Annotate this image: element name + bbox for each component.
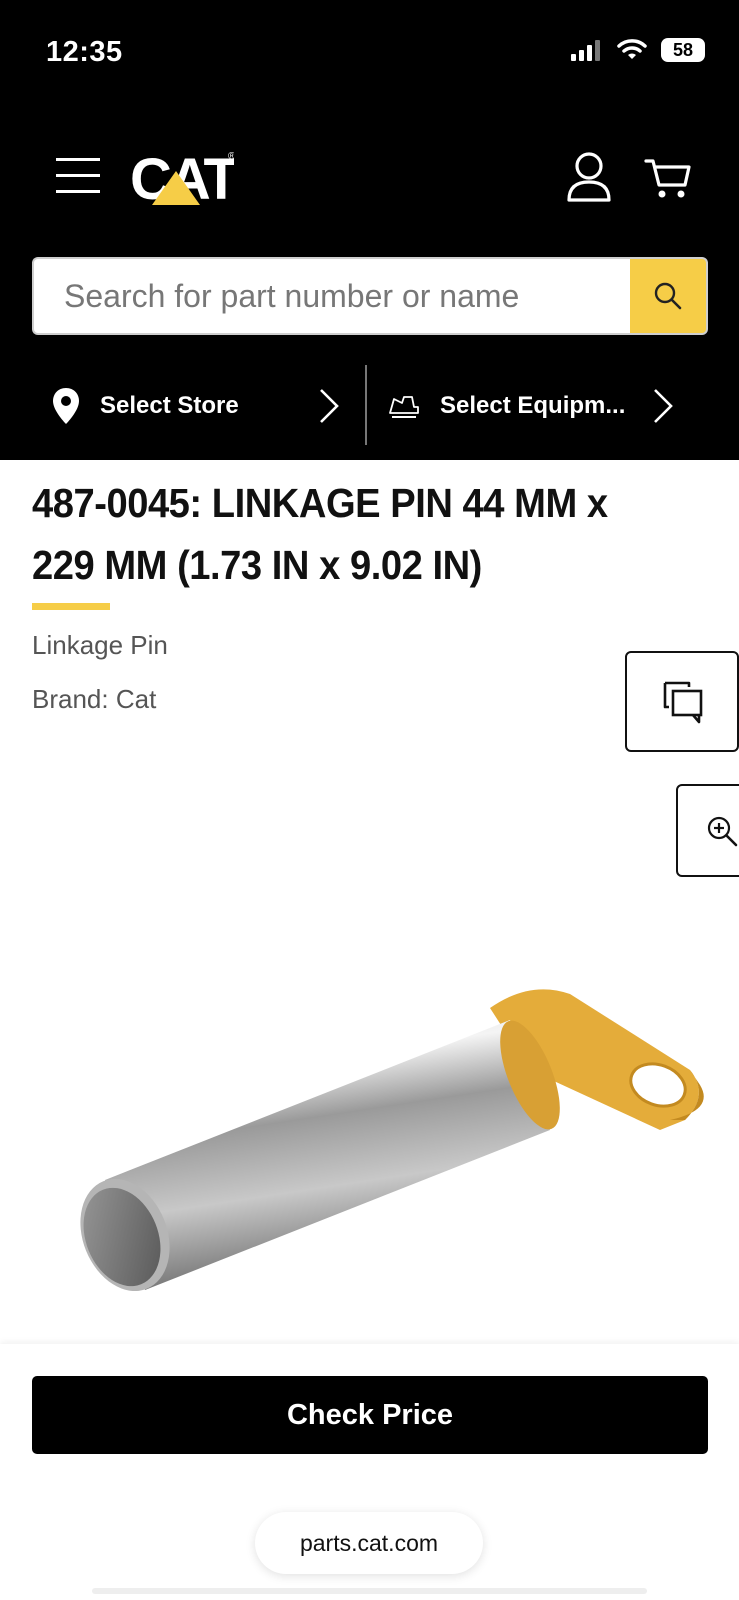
select-equipment-label: Select Equipm...: [440, 392, 626, 419]
svg-text:®: ®: [228, 151, 234, 162]
select-store-button[interactable]: Select Store: [0, 365, 366, 447]
cat-logo[interactable]: CAT ®: [130, 145, 234, 209]
select-equipment-button[interactable]: Select Equipm...: [366, 365, 739, 447]
menu-button[interactable]: [54, 152, 102, 200]
compare-icon: [663, 681, 703, 723]
search-icon: [654, 282, 682, 310]
compare-button[interactable]: [625, 651, 739, 752]
excavator-icon: [389, 396, 419, 418]
product-subtitle: Linkage Pin: [32, 630, 168, 660]
zoom-button[interactable]: [676, 784, 739, 877]
signal-icon: [571, 40, 600, 61]
battery-indicator: 58: [661, 38, 705, 62]
status-icons: 58: [571, 38, 705, 62]
product-title: 487-0045: LINKAGE PIN 44 MM x 229 MM (1.…: [32, 480, 608, 588]
header: 12:35 58 CAT ® Search for part number or…: [0, 0, 739, 460]
home-indicator: [92, 1588, 647, 1594]
cart-icon: [644, 159, 691, 198]
menu-icon: [56, 158, 100, 193]
check-price-button[interactable]: Check Price: [32, 1376, 708, 1454]
search-button[interactable]: [630, 257, 708, 335]
location-pin-icon: [53, 388, 79, 424]
title-accent-bar: [32, 603, 110, 610]
product-image: [80, 989, 704, 1292]
select-store-label: Select Store: [100, 392, 239, 419]
wifi-icon: [617, 39, 647, 59]
chevron-right-icon: [320, 389, 339, 423]
product-brand: Brand: Cat: [32, 684, 157, 714]
footer-bar: Check Price parts.cat.com: [0, 1344, 739, 1600]
zoom-in-icon: [707, 816, 738, 846]
status-time: 12:35: [46, 36, 123, 68]
search-bar: [32, 257, 708, 335]
url-bar[interactable]: parts.cat.com: [255, 1512, 483, 1574]
account-button[interactable]: [566, 150, 612, 204]
search-input[interactable]: [32, 257, 630, 335]
selector-row: Select Store Select Equipm...: [0, 365, 739, 447]
user-icon: [567, 152, 611, 202]
chevron-right-icon: [654, 389, 673, 423]
cart-button[interactable]: [642, 152, 694, 204]
